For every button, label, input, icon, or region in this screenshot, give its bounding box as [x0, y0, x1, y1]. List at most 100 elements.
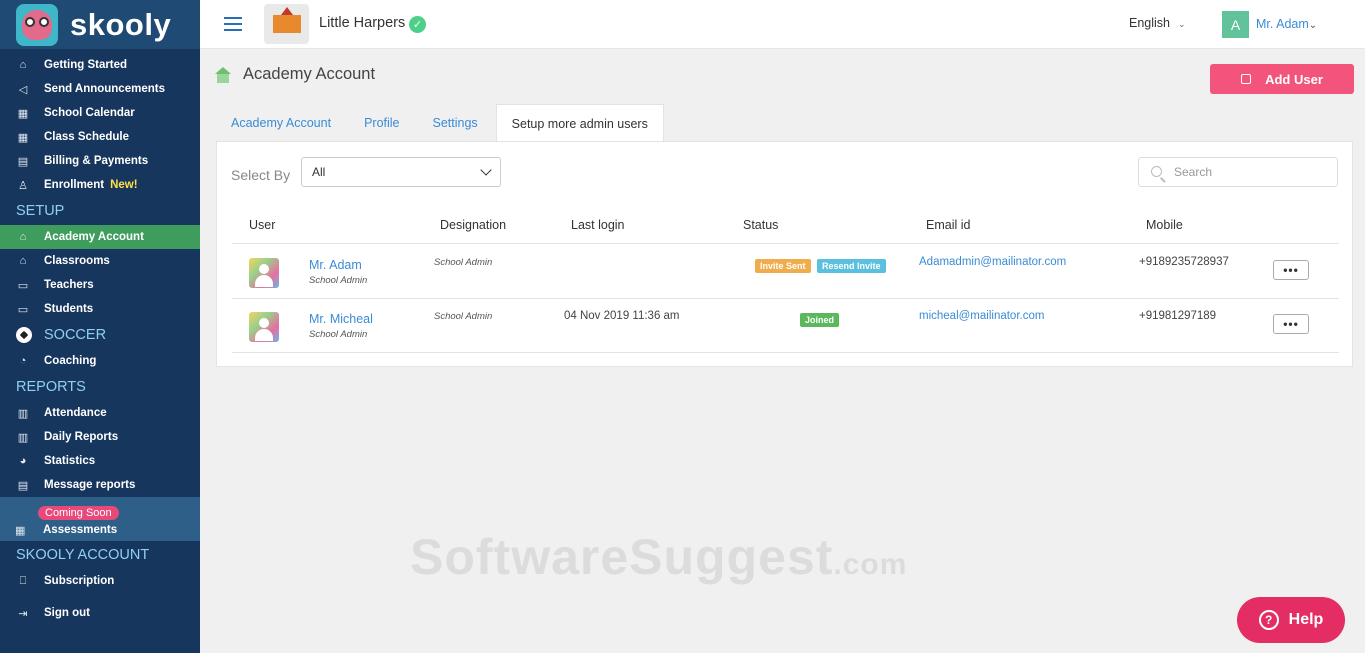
- new-badge: New!: [110, 179, 138, 191]
- watermark: SoftwareSuggest.com: [410, 528, 907, 586]
- email-link[interactable]: micheal@mailinator.com: [919, 310, 1044, 322]
- user-name: Mr. Adam: [1256, 17, 1309, 31]
- tab-profile[interactable]: Profile: [349, 104, 414, 142]
- page-header: Academy Account: [215, 65, 375, 84]
- user-name-link[interactable]: Mr. Micheal: [309, 312, 373, 326]
- student-icon: ▭: [17, 303, 29, 316]
- page-title: Academy Account: [243, 65, 376, 83]
- chevron-down-icon: [480, 164, 492, 176]
- select-by-label: Select By: [231, 167, 291, 183]
- question-icon: ?: [1258, 610, 1279, 630]
- sidebar-item-label: Academy Account: [44, 231, 144, 243]
- sidebar-item-label: Statistics: [44, 455, 96, 467]
- school-icon: ⌂: [19, 231, 27, 243]
- more-options-button[interactable]: •••: [1273, 314, 1309, 334]
- classroom-icon: ⌂: [19, 255, 27, 267]
- sidebar-item-label: Coaching: [44, 355, 97, 367]
- column-header-last-login: Last login: [571, 218, 625, 232]
- sidebar-item-label: Message reports: [44, 479, 136, 491]
- owl-logo-icon: [16, 3, 58, 46]
- enrollment-icon: ♙: [18, 179, 28, 192]
- divider: [232, 352, 1339, 353]
- calendar-icon: ▦: [15, 524, 26, 537]
- calendar-icon: ▦: [17, 131, 29, 144]
- whistle-icon: ◔: [19, 355, 27, 367]
- help-button[interactable]: ? Help: [1237, 597, 1345, 643]
- column-header-mobile: Mobile: [1146, 218, 1183, 232]
- last-login: 04 Nov 2019 11:36 am: [564, 310, 680, 322]
- sign-out-icon: ⇥: [18, 607, 28, 620]
- add-user-button[interactable]: Add User: [1210, 64, 1354, 94]
- search-icon: [1151, 166, 1162, 177]
- watermark-main: SoftwareSuggest: [410, 529, 834, 585]
- teacher-icon: ▭: [17, 279, 29, 292]
- sidebar-item-enrollment[interactable]: ♙ Enrollment New!: [0, 173, 200, 197]
- message-icon: ▤: [17, 479, 29, 492]
- sidebar-item-attendance[interactable]: ▥ Attendance: [0, 401, 200, 425]
- email-link[interactable]: Adamadmin@mailinator.com: [919, 256, 1066, 268]
- sidebar: skooly ⌂ Getting Started ◁ Send Announceme…: [0, 0, 200, 653]
- menu-toggle-icon[interactable]: [224, 17, 242, 31]
- tab-settings[interactable]: Settings: [418, 104, 493, 142]
- sidebar-item-academy-account[interactable]: ⌂ Academy Account: [0, 225, 200, 249]
- mobile-number: +91981297189: [1139, 310, 1217, 322]
- sidebar-item-billing[interactable]: ▤ Billing & Payments: [0, 149, 200, 173]
- sidebar-item-classrooms[interactable]: ⌂ Classrooms: [0, 249, 200, 273]
- column-header-status: Status: [743, 218, 779, 232]
- sidebar-item-sign-out[interactable]: ⇥ Sign out: [0, 601, 200, 625]
- sidebar-item-label: Sign out: [44, 607, 90, 619]
- bookmark-icon: ⎕: [19, 574, 27, 587]
- sidebar-item-school-calendar[interactable]: ▦ School Calendar: [0, 101, 200, 125]
- help-label: Help: [1288, 611, 1324, 628]
- billing-icon: ▤: [17, 155, 29, 168]
- section-reports: REPORTS: [16, 379, 86, 395]
- sidebar-item-send-announcements[interactable]: ◁ Send Announcements: [0, 77, 200, 101]
- sidebar-item-label: Subscription: [44, 575, 115, 587]
- tab-academy-account[interactable]: Academy Account: [216, 104, 346, 142]
- app-logo[interactable]: skooly: [0, 0, 200, 49]
- column-header-designation: Designation: [440, 218, 507, 232]
- search-placeholder: Search: [1174, 165, 1213, 179]
- column-header-user: User: [249, 218, 276, 232]
- sidebar-item-label: Class Schedule: [44, 131, 130, 143]
- resend-invite-button[interactable]: Resend Invite: [817, 259, 886, 273]
- tab-setup-admin-users[interactable]: Setup more admin users: [495, 104, 664, 142]
- sidebar-item-daily-reports[interactable]: ▥ Daily Reports: [0, 425, 200, 449]
- sidebar-item-label: Assessments: [43, 524, 118, 536]
- sidebar-item-statistics[interactable]: ◕ Statistics: [0, 449, 200, 473]
- clipboard-icon: ▥: [17, 431, 29, 444]
- sidebar-item-subscription[interactable]: ⎕ Subscription: [0, 569, 200, 593]
- table-row: Mr. Adam School Admin School Admin Invit…: [232, 244, 1339, 298]
- soccer-ball-icon: [16, 327, 32, 343]
- verified-check-icon: ✓: [409, 16, 426, 33]
- designation: School Admin: [434, 257, 493, 268]
- sidebar-item-label: Daily Reports: [44, 431, 119, 443]
- more-options-button[interactable]: •••: [1273, 260, 1309, 280]
- user-avatar: [249, 258, 279, 288]
- mobile-number: +9189235728937: [1139, 256, 1229, 268]
- sidebar-item-label: Attendance: [44, 407, 107, 419]
- user-name-link[interactable]: Mr. Adam: [309, 258, 362, 272]
- sidebar-item-label: Enrollment: [44, 179, 105, 191]
- sidebar-item-coaching[interactable]: ◔ Coaching: [0, 349, 200, 373]
- user-role: School Admin: [309, 329, 368, 340]
- select-by-dropdown[interactable]: All: [301, 157, 501, 187]
- sidebar-item-teachers[interactable]: ▭ Teachers: [0, 273, 200, 297]
- sidebar-item-students[interactable]: ▭ Students: [0, 297, 200, 321]
- tab-bar: Academy Account Profile Settings Setup m…: [216, 104, 667, 142]
- user-role: School Admin: [309, 275, 368, 286]
- sidebar-item-message-reports[interactable]: ▤ Message reports: [0, 473, 200, 497]
- home-icon: ⌂: [19, 59, 27, 71]
- sidebar-item-assessments[interactable]: ▦ Assessments Coming Soon: [0, 497, 200, 541]
- user-menu[interactable]: Mr. Adam⌄: [1256, 17, 1317, 31]
- language-label: English: [1129, 16, 1170, 30]
- select-by-value: All: [312, 165, 326, 179]
- sidebar-item-getting-started[interactable]: ⌂ Getting Started: [0, 53, 200, 77]
- chevron-down-icon: ⌄: [1178, 19, 1186, 29]
- language-selector[interactable]: English ⌄: [1129, 16, 1186, 30]
- search-input[interactable]: Search: [1138, 157, 1338, 187]
- top-bar: Little Harpers ✓ English ⌄ A Mr. Adam⌄: [200, 0, 1365, 49]
- sidebar-item-label: School Calendar: [44, 107, 135, 119]
- sidebar-item-class-schedule[interactable]: ▦ Class Schedule: [0, 125, 200, 149]
- user-avatar[interactable]: A: [1222, 11, 1249, 38]
